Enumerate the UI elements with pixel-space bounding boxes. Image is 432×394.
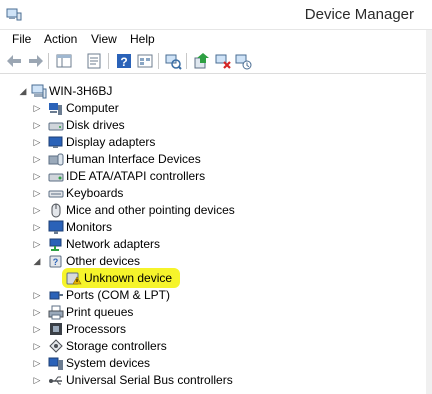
collapse-icon[interactable]: ◢ — [32, 256, 42, 266]
tree-root-label: WIN-3H6BJ — [49, 84, 113, 98]
tree-item-label: Monitors — [66, 220, 113, 234]
other-devices-icon: ? — [49, 255, 62, 268]
hid-icon — [48, 153, 64, 166]
expand-icon[interactable]: ▷ — [32, 341, 42, 351]
processor-icon — [50, 323, 62, 335]
system-devices-icon — [48, 357, 63, 370]
back-arrow-icon[interactable] — [6, 52, 24, 70]
expand-icon[interactable]: ▷ — [32, 324, 42, 334]
svg-text:?: ? — [53, 257, 59, 267]
expand-icon[interactable]: ▷ — [32, 307, 42, 317]
usb-icon — [49, 376, 62, 385]
expand-icon[interactable]: ▷ — [32, 154, 42, 164]
tree-item-label: Processors — [66, 322, 127, 336]
unknown-device-warning-icon — [66, 272, 82, 285]
computer-icon — [31, 84, 47, 99]
device-manager-icon — [6, 8, 22, 21]
tree-item-label: Other devices — [66, 254, 141, 268]
tree-item-label: Mice and other pointing devices — [66, 203, 235, 217]
title-bar: Device Manager — [0, 0, 432, 30]
tree-item-unknown-device[interactable]: Unknown device — [0, 268, 432, 288]
toolbar-separator — [186, 53, 187, 69]
storage-controller-icon — [49, 339, 63, 353]
port-icon — [49, 291, 63, 300]
tree-item-label: Unknown device — [84, 271, 173, 285]
expand-icon[interactable]: ▷ — [32, 290, 42, 300]
tree-item-human-interface-devices[interactable]: ▷ Human Interface Devices — [0, 151, 432, 168]
menu-help[interactable]: Help — [130, 32, 155, 46]
tree-item-display-adapters[interactable]: ▷ Display adapters — [0, 134, 432, 151]
tree-item-label: Ports (COM & LPT) — [66, 288, 171, 302]
keyboard-icon — [48, 190, 64, 198]
expand-icon[interactable]: ▷ — [32, 120, 42, 130]
tree-item-system-devices[interactable]: ▷ System devices — [0, 355, 432, 372]
menu-bar: File Action View Help — [0, 30, 432, 48]
tree-item-label: Computer — [66, 101, 119, 115]
expand-icon[interactable]: ▷ — [32, 188, 42, 198]
update-driver-icon[interactable] — [193, 52, 211, 70]
disable-device-icon[interactable] — [234, 52, 252, 70]
menu-file[interactable]: File — [12, 32, 31, 46]
ide-controller-icon — [48, 173, 64, 182]
tree-item-label: Keyboards — [66, 186, 124, 200]
tree-item-storage-controllers[interactable]: ▷ Storage controllers — [0, 338, 432, 355]
expand-icon[interactable]: ▷ — [32, 103, 42, 113]
uninstall-device-icon[interactable] — [214, 52, 232, 70]
tree-item-usb-controllers[interactable]: ▷ Universal Serial Bus controllers — [0, 372, 432, 389]
tree-item-disk-drives[interactable]: ▷ Disk drives — [0, 117, 432, 134]
computer-icon — [49, 103, 62, 115]
device-tree: ◢ WIN-3H6BJ ▷ Computer ▷ Disk drives ▷ D… — [0, 78, 432, 394]
disk-drive-icon — [48, 122, 64, 131]
tree-item-mice[interactable]: ▷ Mice and other pointing devices — [0, 202, 432, 219]
help-icon[interactable]: ? — [115, 52, 133, 70]
properties-icon[interactable] — [85, 52, 103, 70]
scan-hardware-icon[interactable] — [164, 52, 182, 70]
show-hide-tree-icon[interactable] — [55, 52, 73, 70]
menu-view[interactable]: View — [91, 32, 117, 46]
network-adapter-icon — [49, 238, 62, 251]
forward-arrow-icon[interactable] — [26, 52, 44, 70]
tree-item-label: Disk drives — [66, 118, 125, 132]
expand-icon[interactable]: ▷ — [32, 375, 42, 385]
monitor-icon — [48, 220, 64, 234]
svg-text:?: ? — [120, 55, 127, 69]
tree-item-monitors[interactable]: ▷ Monitors — [0, 219, 432, 236]
tree-item-print-queues[interactable]: ▷ Print queues — [0, 304, 432, 321]
view-resources-icon[interactable] — [136, 52, 154, 70]
expand-icon[interactable]: ▷ — [32, 222, 42, 232]
tree-item-ide-controllers[interactable]: ▷ IDE ATA/ATAPI controllers — [0, 168, 432, 185]
tree-item-label: Print queues — [66, 305, 134, 319]
expand-icon[interactable]: ▷ — [32, 205, 42, 215]
tree-item-label: Network adapters — [66, 237, 161, 251]
expand-icon[interactable]: ▷ — [32, 137, 42, 147]
tree-item-computer[interactable]: ▷ Computer — [0, 100, 432, 117]
tree-item-label: System devices — [66, 356, 151, 370]
tree-item-label: Universal Serial Bus controllers — [66, 373, 233, 387]
toolbar-separator — [48, 53, 49, 69]
collapse-icon[interactable]: ◢ — [18, 86, 28, 96]
toolbar: ? — [0, 48, 432, 74]
tree-item-keyboards[interactable]: ▷ Keyboards — [0, 185, 432, 202]
tree-root[interactable]: ◢ WIN-3H6BJ — [0, 83, 432, 100]
expand-icon[interactable]: ▷ — [32, 239, 42, 249]
tree-item-label: Display adapters — [66, 135, 156, 149]
printer-icon — [48, 305, 64, 320]
expand-icon[interactable]: ▷ — [32, 171, 42, 181]
display-adapter-icon — [48, 136, 63, 148]
tree-item-network-adapters[interactable]: ▷ Network adapters — [0, 236, 432, 253]
expand-icon[interactable]: ▷ — [32, 358, 42, 368]
toolbar-separator — [158, 53, 159, 69]
tree-item-label: Storage controllers — [66, 339, 167, 353]
tree-item-ports[interactable]: ▷ Ports (COM & LPT) — [0, 287, 432, 304]
window-title: Device Manager — [304, 6, 414, 23]
menu-action[interactable]: Action — [44, 32, 77, 46]
tree-item-label: Human Interface Devices — [66, 152, 201, 166]
tree-item-processors[interactable]: ▷ Processors — [0, 321, 432, 338]
tree-item-label: IDE ATA/ATAPI controllers — [66, 169, 206, 183]
mouse-icon — [51, 203, 61, 218]
toolbar-separator — [108, 53, 109, 69]
window-edge — [426, 30, 432, 394]
